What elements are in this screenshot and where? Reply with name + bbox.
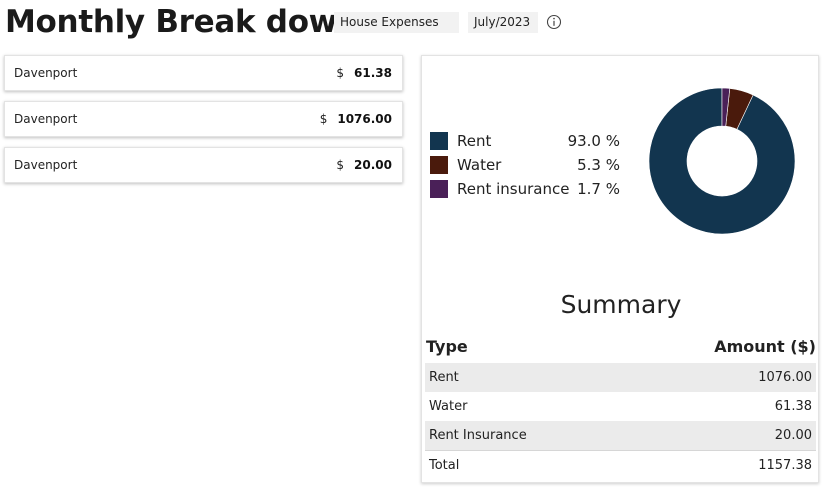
expense-amount: 1076.00 [337, 112, 392, 126]
donut-chart [648, 87, 796, 235]
row-type: Rent [425, 363, 624, 392]
expense-name: Davenport [14, 158, 78, 172]
legend-label: Water [457, 156, 502, 174]
legend-swatch [430, 132, 448, 150]
column-header-amount: Amount ($) [714, 336, 816, 356]
legend-item-rent[interactable]: Rent 93.0 % [430, 129, 620, 153]
currency-symbol: $ [319, 112, 328, 126]
legend-item-water[interactable]: Water 5.3 % [430, 153, 620, 177]
expense-name: Davenport [14, 112, 78, 126]
table-row: Water 61.38 [425, 392, 816, 421]
expense-card[interactable]: Davenport $ 1076.00 [4, 101, 403, 137]
info-icon[interactable] [546, 14, 562, 30]
summary-title: Summary [560, 290, 682, 319]
summary-table: Type Amount ($) Rent 1076.00 Water 61.38… [425, 329, 816, 480]
legend-swatch [430, 180, 448, 198]
legend-swatch [430, 156, 448, 174]
total-label: Total [425, 450, 624, 480]
legend-percent: 1.7 % [577, 180, 620, 198]
row-type: Water [429, 399, 468, 414]
legend-label: Rent [457, 132, 492, 150]
table-row: Rent 1076.00 [425, 363, 816, 392]
row-amount: 20.00 [623, 421, 816, 451]
breakdown-panel: Rent 93.0 % Water 5.3 % Rent insurance 1… [421, 55, 819, 483]
total-amount: 1157.38 [623, 450, 816, 480]
month-selector[interactable]: July/2023 [468, 12, 538, 33]
page-title: Monthly Break down [5, 4, 359, 40]
legend-item-rent-insurance[interactable]: Rent insurance 1.7 % [430, 177, 620, 201]
legend-label: Rent insurance [457, 180, 570, 198]
row-amount: 1076.00 [623, 363, 816, 392]
total-row: Total 1157.38 [425, 450, 816, 480]
row-type: Rent Insurance [425, 421, 624, 451]
category-selector[interactable]: House Expenses [334, 12, 459, 33]
row-amount: 61.38 [774, 399, 812, 414]
currency-symbol: $ [336, 66, 345, 80]
column-header-type: Type [426, 336, 468, 356]
legend-percent: 5.3 % [577, 156, 620, 174]
expense-card[interactable]: Davenport $ 20.00 [4, 147, 403, 183]
table-row: Rent Insurance 20.00 [425, 421, 816, 451]
chart-legend: Rent 93.0 % Water 5.3 % Rent insurance 1… [430, 129, 620, 201]
expense-card[interactable]: Davenport $ 61.38 [4, 55, 403, 91]
currency-symbol: $ [336, 158, 345, 172]
table-header-row: Type Amount ($) [425, 329, 816, 363]
expense-amount: 61.38 [354, 66, 392, 80]
expense-amount: 20.00 [354, 158, 392, 172]
expense-name: Davenport [14, 66, 78, 80]
legend-percent: 93.0 % [567, 132, 620, 150]
